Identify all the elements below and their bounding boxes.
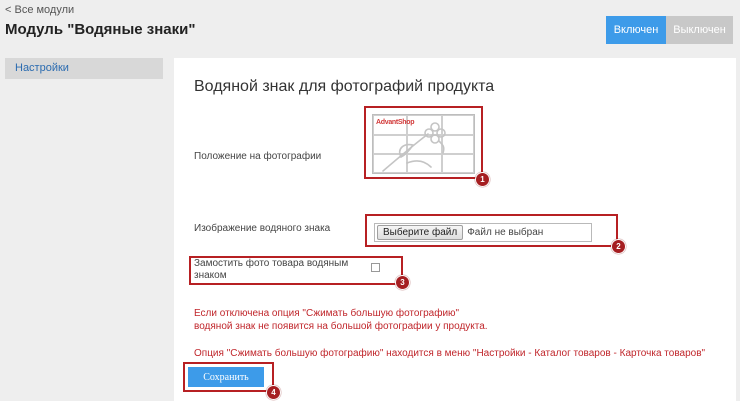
watermark-logo: AdvantShop bbox=[376, 119, 415, 126]
file-status: Файл не выбран bbox=[467, 227, 544, 238]
sidebar-item-settings[interactable]: Настройки bbox=[5, 58, 163, 79]
settings-panel: Водяной знак для фотографий продукта Пол… bbox=[174, 58, 736, 401]
annotation-badge-4: 4 bbox=[266, 385, 281, 400]
section-title: Водяной знак для фотографий продукта bbox=[194, 78, 495, 95]
disabled-button[interactable]: Выключен bbox=[666, 16, 733, 44]
tile-label-line2: знаком bbox=[194, 270, 227, 281]
tile-watermark-checkbox[interactable] bbox=[371, 263, 380, 272]
save-button[interactable]: Сохранить bbox=[188, 367, 264, 387]
note-line-1: Если отключена опция "Сжимать большую фо… bbox=[194, 308, 460, 319]
image-label: Изображение водяного знака bbox=[194, 223, 331, 234]
back-to-modules-link[interactable]: < Все модули bbox=[5, 4, 74, 16]
page-title: Модуль "Водяные знаки" bbox=[5, 21, 196, 38]
annotation-badge-2: 2 bbox=[611, 239, 626, 254]
annotation-badge-1: 1 bbox=[475, 172, 490, 187]
enabled-button[interactable]: Включен bbox=[606, 16, 666, 44]
note-line-3: Опция "Сжимать большую фотографию" наход… bbox=[194, 348, 706, 359]
note-line-2: водяной знак не появится на большой фото… bbox=[194, 321, 488, 332]
annotation-badge-3: 3 bbox=[395, 275, 410, 290]
tile-label-line1: Замостить фото товара водяным bbox=[194, 258, 349, 269]
position-label: Положение на фотографии bbox=[194, 151, 322, 162]
watermark-file-input[interactable]: Выберите файл Файл не выбран bbox=[374, 223, 592, 242]
watermark-position-grid: AdvantShop bbox=[372, 114, 475, 174]
choose-file-button[interactable]: Выберите файл bbox=[377, 225, 464, 240]
